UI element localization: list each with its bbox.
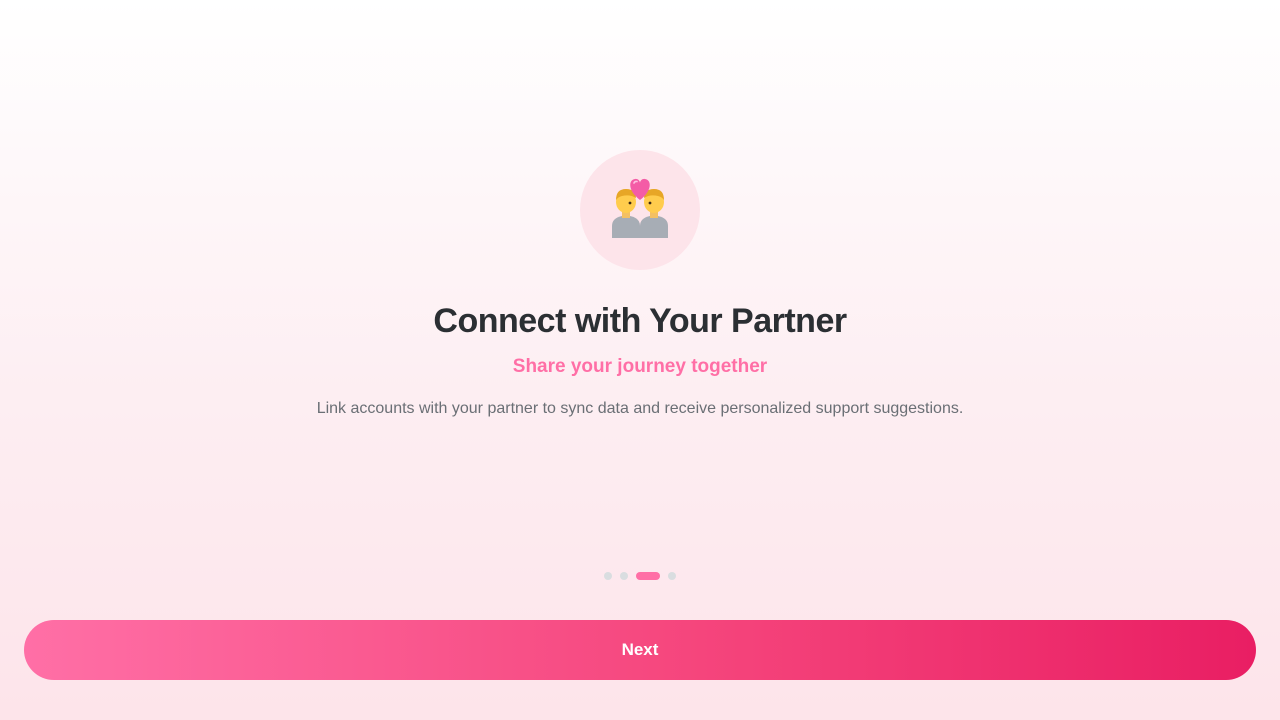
page-subtitle: Share your journey together [512,356,768,377]
pagination-dots [604,572,676,580]
pagination-dot-active[interactable] [636,572,660,580]
hero-icon-circle [580,150,700,270]
pagination-dot[interactable] [604,572,612,580]
page-description: Link accounts with your partner to sync … [316,400,964,417]
page-title: Connect with Your Partner [433,302,847,340]
pagination-dot[interactable] [668,572,676,580]
couple-with-heart-icon [612,178,668,238]
pagination-dot[interactable] [620,572,628,580]
next-button[interactable]: Next [24,620,1256,680]
